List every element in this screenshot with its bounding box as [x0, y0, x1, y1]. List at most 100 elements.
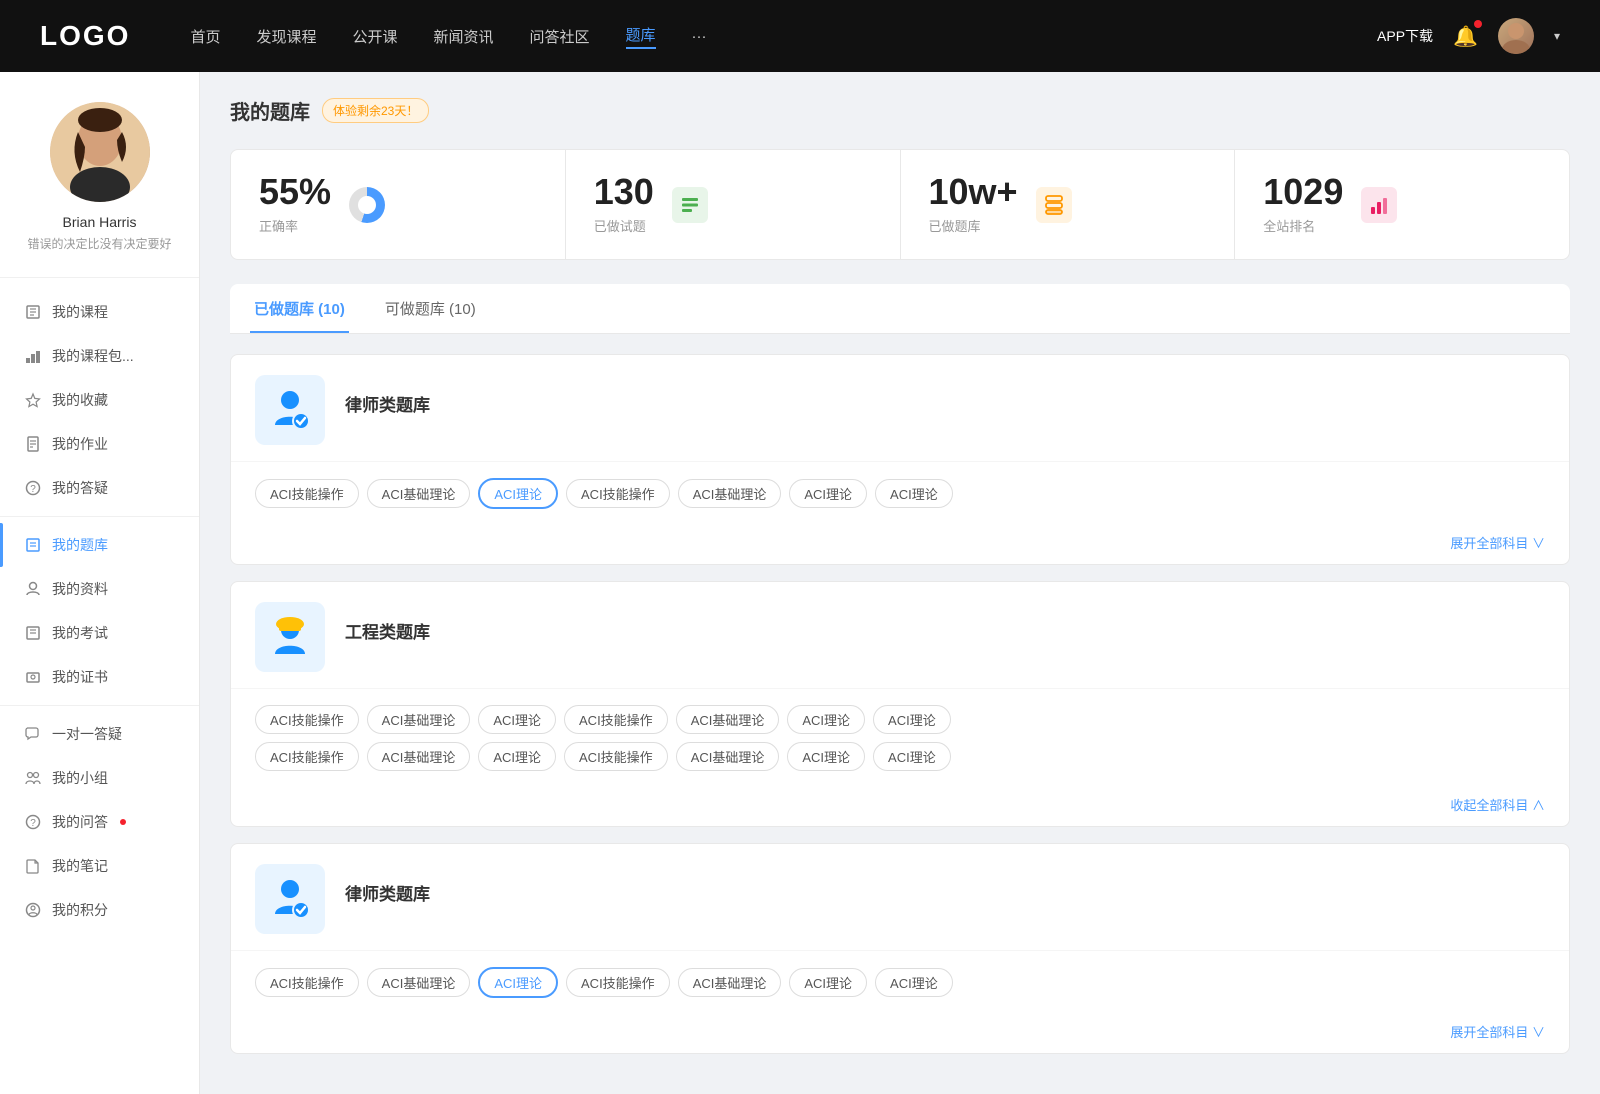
expand-btn-lawyer-1[interactable]: 展开全部科目 ∨ [231, 525, 1569, 564]
tag-0[interactable]: ACI技能操作 [255, 479, 359, 508]
tag-3[interactable]: ACI技能操作 [566, 479, 670, 508]
quiz-bank-engineer: 工程类题库 ACI技能操作 ACI基础理论 ACI理论 ACI技能操作 ACI基… [230, 581, 1570, 827]
sidebar-item-profile[interactable]: 我的资料 [0, 567, 199, 611]
l2-tag-4[interactable]: ACI基础理论 [678, 968, 782, 997]
qa-icon: ? [24, 479, 42, 497]
nav-qa[interactable]: 问答社区 [530, 26, 590, 47]
stat-done-questions-label: 已做试题 [594, 216, 654, 235]
tags-row-lawyer-2: ACI技能操作 ACI基础理论 ACI理论 ACI技能操作 ACI基础理论 AC… [255, 967, 1545, 998]
sidebar-item-1on1[interactable]: 一对一答疑 [0, 712, 199, 756]
divider-2 [0, 705, 199, 706]
eng-tag2-1[interactable]: ACI基础理论 [367, 742, 471, 771]
nav-home[interactable]: 首页 [190, 26, 220, 47]
l2-tag-6[interactable]: ACI理论 [875, 968, 953, 997]
stat-ranking-value: 1029 [1263, 174, 1343, 210]
eng-tag-6[interactable]: ACI理论 [873, 705, 951, 734]
nav-discover[interactable]: 发现课程 [256, 26, 316, 47]
tags-row-lawyer-1: ACI技能操作 ACI基础理论 ACI理论 ACI技能操作 ACI基础理论 AC… [255, 478, 1545, 509]
tab-bar: 已做题库 (10) 可做题库 (10) [230, 284, 1570, 334]
stat-accuracy-value: 55% [259, 174, 331, 210]
list-icon [672, 187, 708, 223]
qa-notification-dot [120, 819, 126, 825]
expand-btn-lawyer-2[interactable]: 展开全部科目 ∨ [231, 1014, 1569, 1053]
sidebar-label-qa: 我的答疑 [52, 478, 108, 498]
tag-5[interactable]: ACI理论 [789, 479, 867, 508]
tag-2-active[interactable]: ACI理论 [478, 478, 558, 509]
svg-text:?: ? [30, 484, 36, 495]
engineer-icon-wrap [255, 602, 325, 672]
eng-tag2-2[interactable]: ACI理论 [478, 742, 556, 771]
stat-done-banks: 10w+ 已做题库 [901, 150, 1236, 259]
l2-tag-2-active[interactable]: ACI理论 [478, 967, 558, 998]
profile-motto: 错误的决定比没有决定要好 [20, 236, 179, 253]
app-download-btn[interactable]: APP下载 [1377, 26, 1433, 46]
eng-tag2-3[interactable]: ACI技能操作 [564, 742, 668, 771]
trial-badge: 体验剩余23天！ [322, 98, 429, 123]
notification-bell[interactable]: 🔔 [1453, 24, 1478, 49]
sidebar-label-notes: 我的笔记 [52, 856, 108, 876]
l2-tag-0[interactable]: ACI技能操作 [255, 968, 359, 997]
l2-tag-1[interactable]: ACI基础理论 [367, 968, 471, 997]
sidebar-label-points: 我的积分 [52, 900, 108, 920]
page-header: 我的题库 体验剩余23天！ [230, 96, 1570, 125]
sidebar-label-homework: 我的作业 [52, 434, 108, 454]
sidebar-item-course-pkg[interactable]: 我的课程包... [0, 334, 199, 378]
quiz-bank-lawyer-2-header: 律师类题库 [231, 844, 1569, 951]
eng-tag2-6[interactable]: ACI理论 [873, 742, 951, 771]
sidebar-item-my-course[interactable]: 我的课程 [0, 290, 199, 334]
collapse-btn-engineer[interactable]: 收起全部科目 ∧ [231, 787, 1569, 826]
stat-done-questions-value: 130 [594, 174, 654, 210]
quiz-bank-lawyer-1-tags: ACI技能操作 ACI基础理论 ACI理论 ACI技能操作 ACI基础理论 AC… [231, 462, 1569, 525]
page-title: 我的题库 [230, 96, 310, 125]
eng-tag2-5[interactable]: ACI理论 [787, 742, 865, 771]
sidebar-item-qa[interactable]: ? 我的答疑 [0, 466, 199, 510]
sidebar-item-my-qa[interactable]: ? 我的问答 [0, 800, 199, 844]
user-avatar[interactable] [1498, 18, 1534, 54]
avatar-image [1498, 18, 1534, 54]
tag-6[interactable]: ACI理论 [875, 479, 953, 508]
eng-tag-4[interactable]: ACI基础理论 [676, 705, 780, 734]
nav-open-course[interactable]: 公开课 [352, 26, 397, 47]
nav-news[interactable]: 新闻资讯 [434, 26, 494, 47]
sidebar-label-course-pkg: 我的课程包... [52, 346, 134, 366]
sidebar-item-favorites[interactable]: 我的收藏 [0, 378, 199, 422]
sidebar-item-exam[interactable]: 我的考试 [0, 611, 199, 655]
navbar-right: APP下载 🔔 ▾ [1377, 18, 1560, 54]
eng-tag2-0[interactable]: ACI技能操作 [255, 742, 359, 771]
eng-tag-3[interactable]: ACI技能操作 [564, 705, 668, 734]
stat-ranking: 1029 全站排名 [1235, 150, 1569, 259]
tag-1[interactable]: ACI基础理论 [367, 479, 471, 508]
nav-more[interactable]: ··· [692, 28, 707, 45]
tab-done[interactable]: 已做题库 (10) [250, 284, 349, 333]
lawyer-icon-wrap-1 [255, 375, 325, 445]
nav-quiz[interactable]: 题库 [626, 24, 656, 49]
sidebar-label-1on1: 一对一答疑 [52, 724, 122, 744]
l2-tag-3[interactable]: ACI技能操作 [566, 968, 670, 997]
sidebar-item-group[interactable]: 我的小组 [0, 756, 199, 800]
profile-name: Brian Harris [20, 214, 179, 230]
quiz-bank-lawyer-2: 律师类题库 ACI技能操作 ACI基础理论 ACI理论 ACI技能操作 ACI基… [230, 843, 1570, 1054]
eng-tag-1[interactable]: ACI基础理论 [367, 705, 471, 734]
stat-done-banks-icon [1034, 185, 1074, 225]
sidebar-item-quiz-bank[interactable]: 我的题库 [0, 523, 199, 567]
user-dropdown-arrow[interactable]: ▾ [1554, 29, 1560, 43]
eng-tag-2[interactable]: ACI理论 [478, 705, 556, 734]
tab-available[interactable]: 可做题库 (10) [381, 284, 480, 333]
tag-4[interactable]: ACI基础理论 [678, 479, 782, 508]
l2-tag-5[interactable]: ACI理论 [789, 968, 867, 997]
stat-done-questions-info: 130 已做试题 [594, 174, 654, 235]
sidebar-item-homework[interactable]: 我的作业 [0, 422, 199, 466]
expand-label-lawyer-1: 展开全部科目 ∨ [1450, 533, 1545, 552]
quiz-bank-lawyer-1-header: 律师类题库 [231, 355, 1569, 462]
my-qa-icon: ? [24, 813, 42, 831]
eng-tag-5[interactable]: ACI理论 [787, 705, 865, 734]
notes-icon [24, 857, 42, 875]
eng-tag2-4[interactable]: ACI基础理论 [676, 742, 780, 771]
sidebar-item-certificate[interactable]: 我的证书 [0, 655, 199, 699]
main-wrapper: Brian Harris 错误的决定比没有决定要好 我的课程 我的课程包... [0, 72, 1600, 1094]
sidebar-item-points[interactable]: 我的积分 [0, 888, 199, 932]
collapse-label-engineer: 收起全部科目 ∧ [1450, 795, 1545, 814]
sidebar-item-notes[interactable]: 我的笔记 [0, 844, 199, 888]
eng-tag-0[interactable]: ACI技能操作 [255, 705, 359, 734]
quiz-bank-engineer-name: 工程类题库 [345, 618, 430, 643]
